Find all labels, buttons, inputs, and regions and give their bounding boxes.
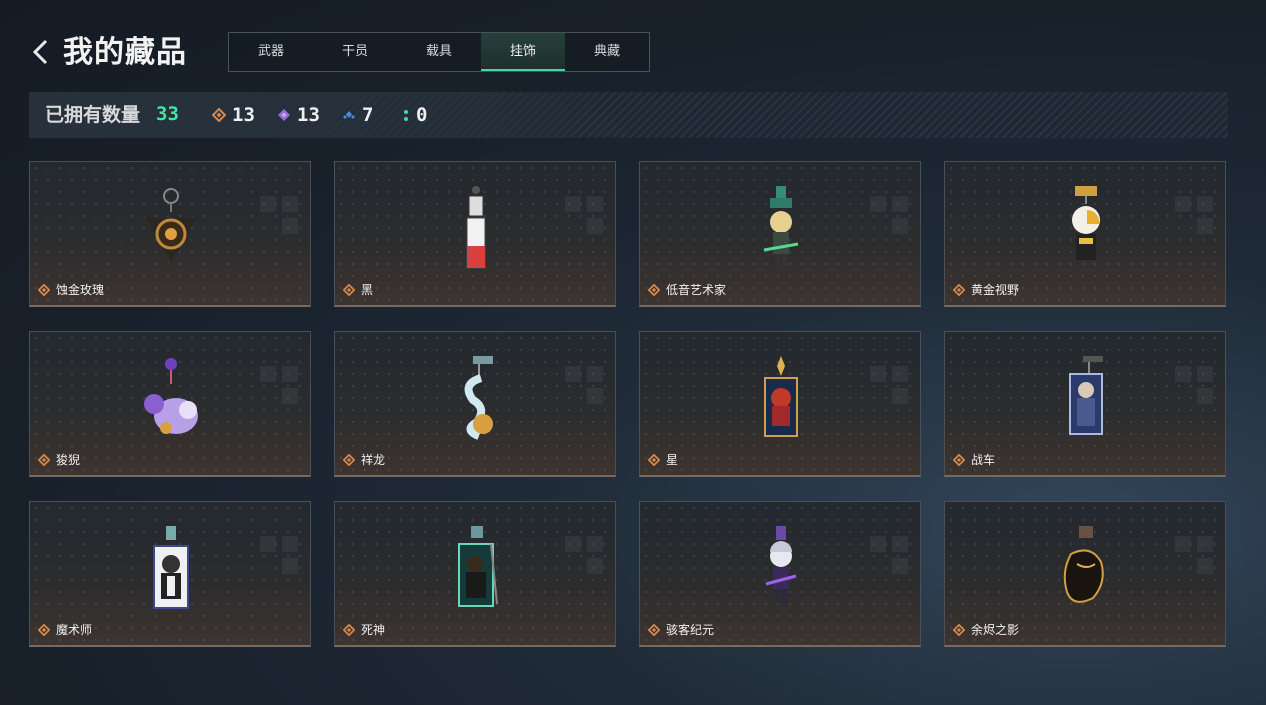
chevron-left-icon: [32, 39, 48, 65]
orange-diamond-icon: [38, 454, 50, 466]
rarity-count-green: 0: [402, 104, 427, 126]
charm-card-8[interactable]: 战车: [944, 331, 1226, 477]
charm-card-4[interactable]: 黄金视野: [944, 161, 1226, 307]
card-pattern: [870, 366, 910, 406]
charm-thumbnail-tag: [466, 186, 486, 269]
charm-thumbnail-chibi-green: [763, 186, 799, 266]
orange-diamond-icon: [212, 108, 226, 122]
green-dots-icon: [404, 110, 408, 121]
charm-name: 战车: [971, 453, 996, 467]
rarity-count-orange: 13: [212, 104, 255, 126]
charm-name: 黄金视野: [971, 283, 1020, 297]
orange-diamond-icon: [953, 284, 965, 296]
back-button[interactable]: [30, 38, 52, 66]
charm-card-2[interactable]: 黑: [334, 161, 616, 307]
category-tabs: 武器 干员 载具 挂饰 典藏: [228, 32, 650, 72]
charm-thumbnail-dragon: [464, 356, 493, 440]
charm-thumbnail-card-red: [764, 356, 798, 437]
orange-diamond-icon: [648, 624, 660, 636]
orange-diamond-icon: [38, 284, 50, 296]
charm-thumbnail-beast: [144, 358, 198, 434]
owned-label: 已拥有数量: [45, 104, 141, 126]
charm-name: 魔术师: [56, 623, 93, 637]
charm-card-7[interactable]: 星: [639, 331, 921, 477]
tab-weapons[interactable]: 武器: [229, 33, 313, 71]
orange-diamond-icon: [953, 624, 965, 636]
tab-charms[interactable]: 挂饰: [481, 33, 565, 71]
charm-thumbnail-rose: [146, 188, 196, 262]
owned-count: 33: [156, 103, 179, 125]
card-pattern: [565, 366, 605, 406]
charm-thumbnail-card-blue: [1069, 356, 1103, 435]
card-pattern: [260, 196, 300, 236]
charm-name: 狻猊: [56, 453, 81, 467]
charm-thumbnail-card-white: [153, 526, 189, 609]
charm-thumbnail-chibi-gold: [1072, 186, 1100, 260]
charm-card-5[interactable]: 狻猊: [29, 331, 311, 477]
orange-diamond-icon: [38, 624, 50, 636]
charm-thumbnail-ember: [1063, 526, 1104, 603]
orange-diamond-icon: [343, 624, 355, 636]
charm-card-6[interactable]: 祥龙: [334, 331, 616, 477]
orange-diamond-icon: [953, 454, 965, 466]
card-pattern: [870, 536, 910, 576]
card-pattern: [260, 536, 300, 576]
charm-card-3[interactable]: 低音艺术家: [639, 161, 921, 307]
card-pattern: [1175, 366, 1215, 406]
charm-name: 余烬之影: [971, 623, 1020, 637]
rarity-count-purple: 13: [277, 104, 320, 126]
orange-diamond-icon: [343, 284, 355, 296]
charm-card-11[interactable]: 骇客纪元: [639, 501, 921, 647]
charm-thumbnail-chibi-purple: [765, 526, 797, 603]
charm-card-10[interactable]: 死神: [334, 501, 616, 647]
tab-vehicles[interactable]: 载具: [397, 33, 481, 71]
tab-collection[interactable]: 典藏: [565, 33, 649, 71]
charm-card-9[interactable]: 魔术师: [29, 501, 311, 647]
card-pattern: [260, 366, 300, 406]
orange-diamond-icon: [648, 284, 660, 296]
page-title: 我的藏品: [63, 35, 187, 70]
blue-diamond-icon: [343, 111, 355, 119]
orange-diamond-icon: [648, 454, 660, 466]
charm-name: 星: [666, 453, 679, 467]
charm-card-12[interactable]: 余烬之影: [944, 501, 1226, 647]
card-pattern: [565, 196, 605, 236]
charm-name: 祥龙: [361, 453, 386, 467]
charm-name: 低音艺术家: [666, 283, 727, 297]
charm-name: 骇客纪元: [666, 623, 715, 637]
tab-operators[interactable]: 干员: [313, 33, 397, 71]
rarity-count-blue: 7: [342, 104, 373, 126]
card-pattern: [565, 536, 605, 576]
orange-diamond-icon: [343, 454, 355, 466]
card-pattern: [870, 196, 910, 236]
collection-stats-bar: 已拥有数量 33 13 13 7 0: [29, 92, 1228, 138]
card-pattern: [1175, 536, 1215, 576]
charm-thumbnail-card-green: [458, 526, 498, 607]
purple-diamond-icon: [278, 109, 290, 121]
charm-name: 黑: [361, 283, 374, 297]
charm-name: 死神: [361, 623, 386, 637]
charm-name: 蚀金玫瑰: [56, 283, 105, 297]
charm-card-1[interactable]: 蚀金玫瑰: [29, 161, 311, 307]
card-pattern: [1175, 196, 1215, 236]
